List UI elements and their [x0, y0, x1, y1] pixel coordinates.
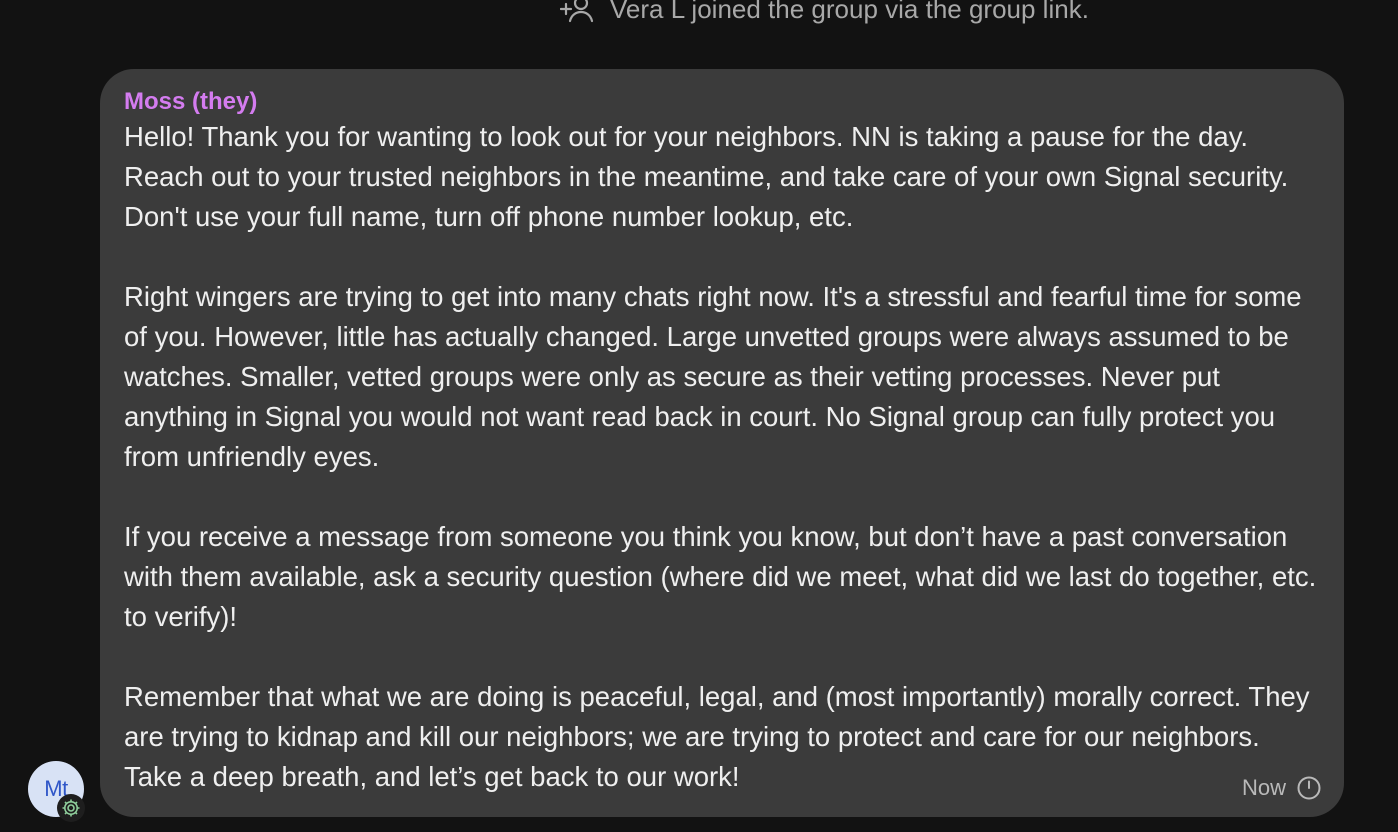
message-timestamp: Now: [1241, 775, 1286, 800]
add-person-icon: [560, 0, 594, 23]
message-body: Hello! Thank you for wanting to look out…: [124, 117, 1324, 797]
message-paragraph: Hello! Thank you for wanting to look out…: [124, 121, 1289, 232]
message-paragraph: Remember that what we are doing is peace…: [124, 681, 1310, 792]
message-paragraph: If you receive a message from someone yo…: [124, 521, 1317, 632]
disappearing-timer-icon: [1297, 776, 1321, 800]
admin-gear-icon: [62, 799, 80, 817]
group-join-notice: Vera L joined the group via the group li…: [560, 0, 1089, 27]
admin-badge: [57, 794, 85, 822]
message-meta: Now: [1242, 775, 1322, 801]
message-paragraph: Right wingers are trying to get into man…: [124, 281, 1302, 472]
conversation-view: Vera L joined the group via the group li…: [0, 0, 1398, 832]
message-bubble[interactable]: Moss (they) Hello! Thank you for wanting…: [100, 69, 1344, 817]
group-join-notice-text: Vera L joined the group via the group li…: [610, 0, 1089, 24]
message-sender[interactable]: Moss (they): [124, 87, 1324, 117]
